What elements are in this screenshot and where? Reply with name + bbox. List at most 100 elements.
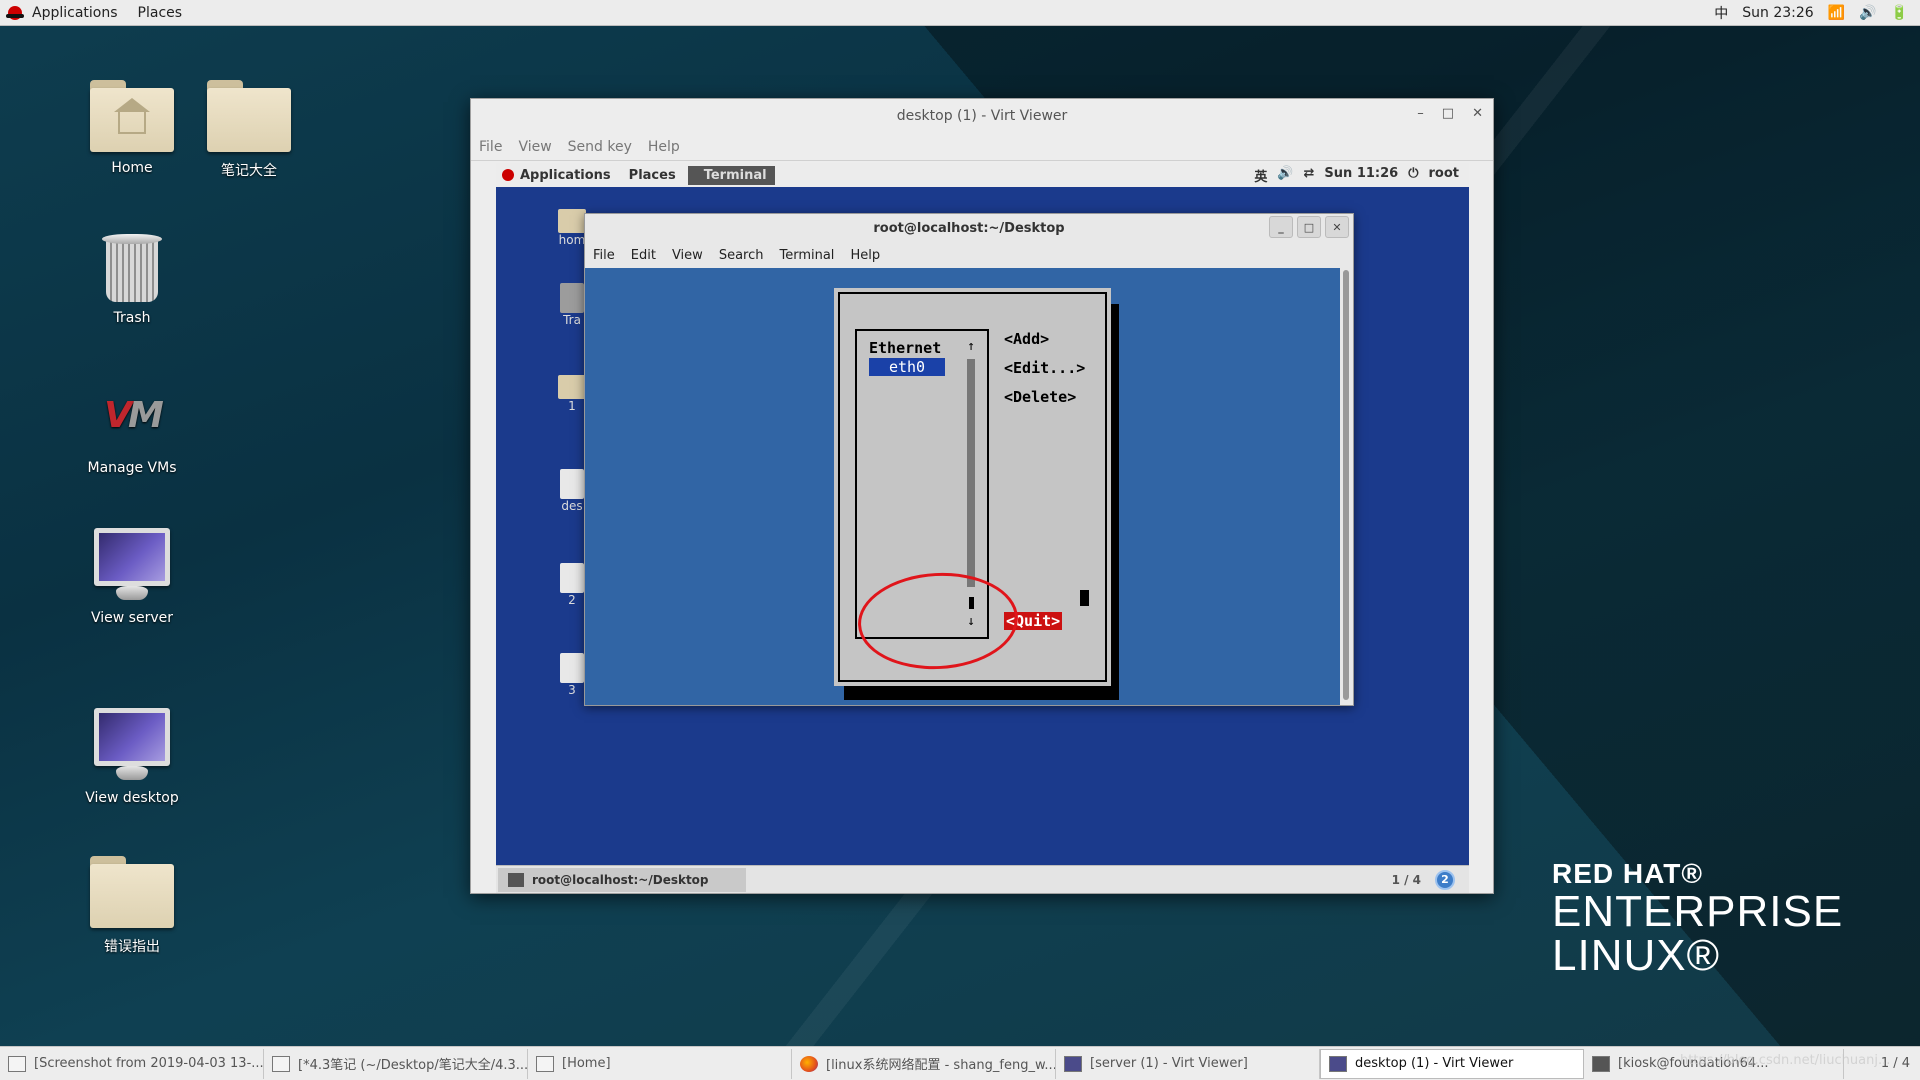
menu-view[interactable]: View (510, 139, 559, 155)
redhat-icon (502, 169, 514, 181)
close-icon[interactable]: ✕ (1325, 216, 1349, 238)
minimize-icon[interactable]: – (1417, 106, 1424, 121)
network-icon[interactable]: ⇄ (1304, 166, 1315, 185)
terminal-icon (1592, 1055, 1610, 1072)
brand-line-2: ENTERPRISE (1552, 887, 1844, 936)
guest-top-panel: Applications Places Terminal 英 🔊 ⇄ Sun 1… (496, 163, 1469, 187)
guest-display[interactable]: Applications Places Terminal 英 🔊 ⇄ Sun 1… (496, 163, 1469, 893)
guest-user-menu[interactable]: root (1429, 166, 1460, 185)
guest-clock[interactable]: Sun 11:26 (1324, 166, 1398, 185)
input-method-indicator[interactable]: 中 (1714, 3, 1728, 23)
task-screenshot[interactable]: [Screenshot from 2019-04-03 13-... (0, 1048, 264, 1079)
terminal-titlebar[interactable]: root@localhost:~/Desktop _ □ ✕ (585, 214, 1353, 242)
guest-applications-menu[interactable]: Applications (520, 168, 629, 183)
desktop-icon-view-desktop[interactable]: View desktop (72, 704, 192, 806)
wifi-icon[interactable]: 📶 (1828, 5, 1845, 21)
desktop-icon-home[interactable]: Home (72, 74, 192, 176)
desktop-icon-manage-vms[interactable]: VM Manage VMs (72, 376, 192, 477)
task-label: [linux系统网络配置 - shang_feng_w... (826, 1058, 1056, 1073)
desktop-icon-label: Home (111, 160, 153, 176)
list-scrollbar[interactable] (967, 359, 975, 587)
menu-send-key[interactable]: Send key (560, 139, 640, 155)
file-icon (560, 469, 584, 499)
task-home[interactable]: [Home] (528, 1048, 792, 1079)
terminal-menu-help[interactable]: Help (842, 248, 888, 263)
bottom-taskbar: [Screenshot from 2019-04-03 13-... [*4.3… (0, 1046, 1920, 1080)
dialog-shadow (844, 686, 1119, 700)
task-desktop-viewer[interactable]: desktop (1) - Virt Viewer (1320, 1048, 1584, 1079)
guest-input-method[interactable]: 英 (1254, 166, 1267, 185)
desktop-icon-errors-folder[interactable]: 错误指出 (72, 850, 192, 956)
volume-icon[interactable]: 🔊 (1859, 5, 1876, 21)
task-label: desktop (1) - Virt Viewer (1355, 1056, 1514, 1071)
delete-button[interactable]: <Delete> (1004, 388, 1076, 406)
folder-icon (90, 850, 174, 930)
volume-icon[interactable]: 🔊 (1277, 166, 1293, 185)
window-titlebar[interactable]: desktop (1) - Virt Viewer – □ ✕ (471, 99, 1493, 133)
virt-manager-icon: VM (104, 394, 164, 436)
maximize-icon[interactable]: □ (1442, 106, 1454, 121)
terminal-menu-search[interactable]: Search (711, 248, 772, 263)
folder-icon (558, 375, 586, 399)
monitor-icon (90, 524, 174, 604)
desktop-icon-label: Trash (113, 310, 151, 326)
top-panel: Applications Places 中 Sun 23:26 📶 🔊 🔋 (0, 0, 1920, 26)
dialog-shadow (1111, 304, 1119, 686)
desktop-icon-label: View desktop (85, 790, 179, 806)
guest-icon-label: hom (558, 233, 586, 247)
task-firefox[interactable]: [linux系统网络配置 - shang_feng_w... (792, 1048, 1056, 1079)
home-folder-icon (90, 74, 174, 154)
terminal-menu-terminal[interactable]: Terminal (771, 248, 842, 263)
terminal-title: root@localhost:~/Desktop (873, 220, 1065, 236)
guest-icon-label: Tra (563, 313, 581, 327)
scroll-up-arrow-icon[interactable]: ↑ (967, 339, 975, 354)
desktop-icon-notes-folder[interactable]: 笔记大全 (189, 74, 309, 180)
notification-badge[interactable]: 2 (1435, 869, 1455, 890)
file-icon (560, 653, 584, 683)
guest-icon-label: 1 (568, 399, 576, 413)
menu-file[interactable]: File (471, 139, 510, 155)
terminal-menu-edit[interactable]: Edit (623, 248, 664, 263)
edit-button[interactable]: <Edit...> (1004, 359, 1085, 377)
guest-task-terminal[interactable]: root@localhost:~/Desktop (498, 867, 746, 892)
desktop-icon-trash[interactable]: Trash (72, 226, 192, 326)
terminal-icon (508, 872, 524, 887)
file-icon (560, 563, 584, 593)
virt-viewer-window[interactable]: desktop (1) - Virt Viewer – □ ✕ File Vie… (470, 98, 1494, 894)
close-icon[interactable]: ✕ (1472, 106, 1483, 121)
folder-icon (207, 74, 291, 154)
applications-menu[interactable]: Applications (22, 5, 128, 21)
places-menu[interactable]: Places (128, 5, 193, 21)
desktop-icon-label: 错误指出 (104, 939, 160, 955)
guest-places-menu[interactable]: Places (629, 168, 694, 183)
terminal-menu-bar: File Edit View Search Terminal Help (585, 242, 1353, 268)
guest-terminal-button[interactable]: Terminal (687, 165, 775, 185)
text-editor-icon (272, 1055, 290, 1072)
guest-workspace-pager[interactable]: 1 / 4 (1392, 873, 1421, 887)
minimize-icon[interactable]: _ (1269, 216, 1293, 238)
maximize-icon[interactable]: □ (1297, 216, 1321, 238)
menu-bar: File View Send key Help (471, 133, 1493, 161)
connection-eth0[interactable]: eth0 (869, 358, 945, 376)
clock[interactable]: Sun 23:26 (1742, 5, 1813, 21)
menu-help[interactable]: Help (640, 139, 688, 155)
guest-task-label: root@localhost:~/Desktop (532, 872, 709, 887)
task-label: [Home] (562, 1056, 611, 1071)
terminal-menu-view[interactable]: View (664, 248, 711, 263)
watermark-text: https://blog.csdn.net/liuchuanj... (1680, 1053, 1891, 1068)
terminal-scrollbar[interactable] (1343, 270, 1349, 700)
desktop-icon-view-server[interactable]: View server (72, 524, 192, 626)
monitor-icon (1329, 1055, 1347, 1072)
guest-icon-label: des (561, 499, 583, 513)
terminal-menu-file[interactable]: File (585, 248, 623, 263)
brand-line-1: RED HAT® (1552, 858, 1703, 889)
folder-icon (558, 209, 586, 233)
user-icon[interactable]: ⏻ (1408, 166, 1418, 185)
guest-icon-label: 2 (568, 593, 576, 607)
battery-icon[interactable]: 🔋 (1891, 5, 1908, 21)
task-server-viewer[interactable]: [server (1) - Virt Viewer] (1056, 1048, 1320, 1079)
task-label: [Screenshot from 2019-04-03 13-... (34, 1056, 264, 1071)
task-notes-editor[interactable]: [*4.3笔记 (~/Desktop/笔记大全/4.3... (264, 1048, 528, 1079)
add-button[interactable]: <Add> (1004, 330, 1049, 348)
desktop-icon-label: View server (91, 610, 173, 626)
